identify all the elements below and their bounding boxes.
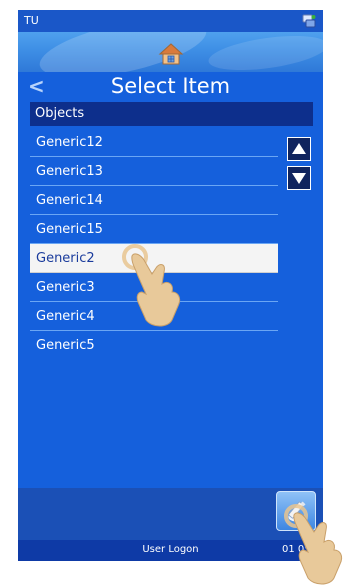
title-bar: < Select Item	[18, 72, 323, 100]
pointing-hand-icon	[122, 244, 181, 327]
status-bar: TU	[18, 10, 323, 32]
network-icon	[302, 14, 316, 28]
list-item[interactable]: Generic5	[30, 331, 278, 360]
pointing-hand-icon	[284, 504, 343, 585]
home-bar	[18, 32, 323, 72]
list-item[interactable]: Generic12	[30, 128, 278, 157]
list-item[interactable]: Generic13	[30, 157, 278, 186]
status-app-label: TU	[24, 14, 39, 27]
page-title: Select Item	[110, 74, 231, 98]
list-header: Objects	[30, 102, 313, 126]
triangle-up-icon	[292, 143, 306, 154]
triangle-down-icon	[292, 173, 306, 184]
scroll-up-button[interactable]	[287, 137, 311, 161]
footer-bar: User Logon 01 05	[18, 540, 323, 561]
home-icon[interactable]	[158, 42, 184, 66]
scroll-down-button[interactable]	[287, 166, 311, 190]
user-logon-label[interactable]: User Logon	[18, 544, 323, 555]
list-item[interactable]: Generic14	[30, 186, 278, 215]
